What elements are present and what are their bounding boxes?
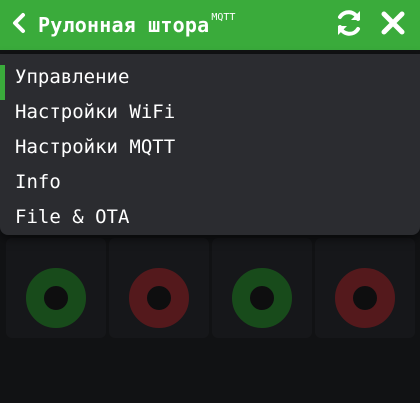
menu-item-label: Info	[15, 170, 61, 193]
status-ring	[26, 268, 86, 328]
menu-item-info[interactable]: Info	[0, 164, 420, 199]
refresh-icon	[333, 7, 365, 43]
status-ring	[335, 268, 395, 328]
close-button[interactable]	[378, 0, 408, 50]
back-button[interactable]	[2, 0, 36, 50]
widget-tile[interactable]	[315, 238, 415, 338]
widget-tile[interactable]	[212, 238, 312, 338]
app-header: Рулонная штора MQTT	[0, 0, 420, 50]
status-ring	[129, 268, 189, 328]
widget-tile[interactable]	[109, 238, 209, 338]
chevron-left-icon	[11, 12, 27, 38]
close-icon	[380, 10, 406, 40]
menu-item-control[interactable]: Управление	[0, 59, 420, 100]
menu-item-wifi-settings[interactable]: Настройки WiFi	[0, 94, 420, 129]
menu-item-label: Настройки MQTT	[15, 135, 176, 158]
mqtt-badge: MQTT	[211, 11, 236, 23]
refresh-button[interactable]	[334, 0, 364, 50]
menu-item-label: Настройки WiFi	[15, 100, 176, 123]
menu-item-label: File & OTA	[15, 205, 130, 228]
nav-menu: Управление Настройки WiFi Настройки MQTT…	[0, 54, 420, 235]
status-ring	[232, 268, 292, 328]
dashboard-background	[0, 232, 420, 403]
menu-item-mqtt-settings[interactable]: Настройки MQTT	[0, 129, 420, 164]
widget-tile[interactable]	[6, 238, 106, 338]
page-title: Рулонная штора	[38, 13, 210, 37]
menu-item-label: Управление	[15, 65, 130, 88]
menu-item-file-ota[interactable]: File & OTA	[0, 199, 420, 234]
